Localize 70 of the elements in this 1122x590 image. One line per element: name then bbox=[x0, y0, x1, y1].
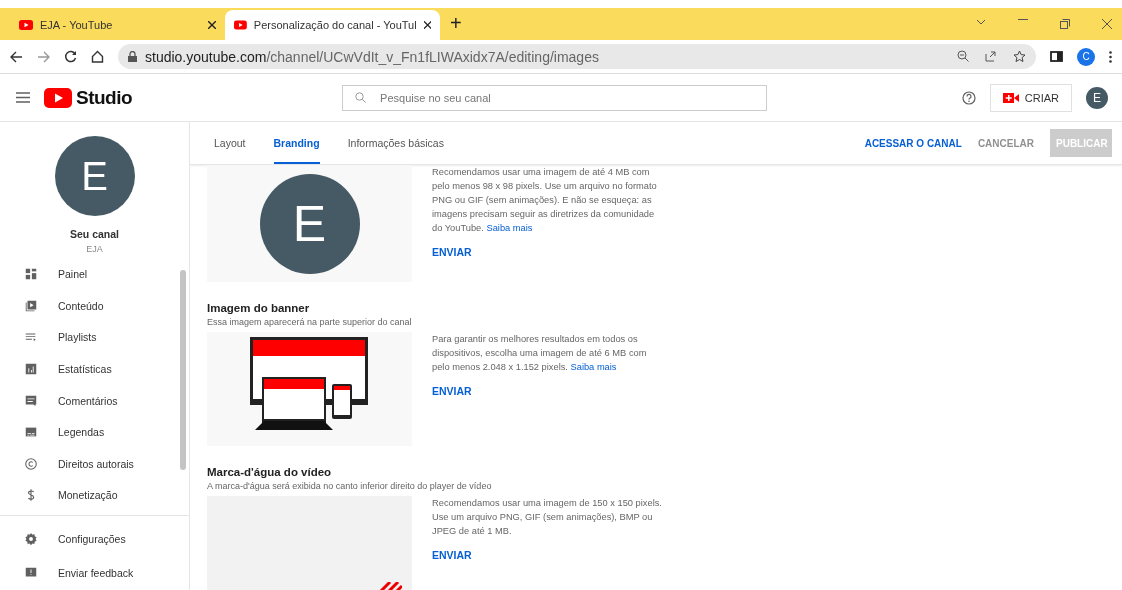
sidebar-item[interactable]: Enviar feedback bbox=[0, 556, 189, 590]
browser-tab[interactable]: Personalização do canal - YouTul bbox=[225, 10, 440, 40]
comments-icon bbox=[24, 393, 38, 408]
section-title: Imagem do banner bbox=[207, 302, 311, 314]
new-tab-button[interactable]: + bbox=[450, 12, 462, 35]
youtube-logo-icon bbox=[234, 20, 247, 30]
section-subtitle: Essa imagem aparecerá na parte superior do canal bbox=[207, 317, 413, 327]
search-field[interactable]: Pesquise no seu canal bbox=[342, 84, 768, 111]
upload-button[interactable]: ENVIAR bbox=[432, 384, 472, 398]
channel-avatar[interactable]: E bbox=[54, 136, 135, 216]
star-icon[interactable] bbox=[1013, 50, 1026, 63]
youtube-logo-icon bbox=[19, 20, 33, 30]
sidebar-item[interactable]: Monetização bbox=[0, 479, 189, 512]
sidebar-item[interactable]: Direitos autorais bbox=[0, 447, 189, 480]
help-icon[interactable] bbox=[961, 90, 976, 105]
content-icon bbox=[24, 298, 38, 313]
sidebar-item[interactable]: Painel bbox=[0, 258, 189, 291]
upload-button[interactable]: ENVIAR bbox=[432, 245, 472, 259]
more-icon[interactable] bbox=[1109, 50, 1112, 63]
lock-icon bbox=[128, 51, 137, 62]
channel-name: EJA bbox=[86, 244, 103, 254]
address-bar[interactable]: studio.youtube.com/channel/UCwVdIt_v_Fn1fLIWAxidx7A/editing/images bbox=[118, 44, 1036, 69]
browser-tab[interactable]: EJA - YouTube bbox=[10, 10, 225, 40]
description: Recomendamos usar uma imagem de 150 x 150 pixels. Use um arquivo PNG, GIF (sem animações), BMP ou JPEG de até 1 MB. bbox=[432, 497, 663, 538]
menu-icon[interactable] bbox=[16, 92, 30, 103]
scrollbar[interactable] bbox=[180, 270, 186, 470]
back-arrow-icon[interactable] bbox=[10, 50, 23, 63]
close-icon[interactable] bbox=[423, 21, 431, 29]
section-title: Marca-d'água do vídeo bbox=[207, 466, 333, 478]
profile-avatar[interactable]: C bbox=[1077, 47, 1095, 66]
restore-icon[interactable] bbox=[1060, 19, 1070, 29]
reload-icon[interactable] bbox=[64, 50, 77, 63]
close-icon[interactable] bbox=[208, 21, 216, 29]
avatar-preview: E bbox=[259, 173, 360, 274]
side-panel-icon[interactable] bbox=[1050, 51, 1063, 62]
tab[interactable]: Informações básicas bbox=[347, 122, 444, 164]
settings-icon bbox=[24, 532, 38, 547]
account-avatar[interactable]: E bbox=[1086, 86, 1108, 109]
chevron-down-icon[interactable] bbox=[976, 19, 986, 25]
search-icon bbox=[355, 92, 367, 103]
sidebar-item[interactable]: Conteúdo bbox=[0, 290, 189, 322]
dashboard-icon bbox=[24, 267, 38, 282]
description: Para garantir os melhores resultados em todos os dispositivos, escolha uma imagem de até 6 MB com pelo menos 2.048 x 1.152 pixels. Saiba mais bbox=[432, 333, 648, 374]
stats-icon bbox=[24, 362, 38, 376]
upload-button[interactable]: ENVIAR bbox=[432, 548, 472, 562]
logo-text: Studio bbox=[76, 86, 133, 109]
sidebar-item[interactable]: Comentários bbox=[0, 384, 189, 417]
minimize-icon[interactable] bbox=[1018, 19, 1028, 21]
learn-more-link[interactable]: Saiba mais bbox=[570, 362, 617, 372]
tab[interactable]: Layout bbox=[214, 122, 246, 164]
description: Recomendamos usar uma imagem de até 4 MB com pelo menos 98 x 98 pixels. Use um arquivo no formato PNG ou GIF (sem animações). E não se esqueça: as imagens precisam seguir as diretrizes da comunidade do YouTube. Saiba mais bbox=[432, 166, 658, 235]
section-subtitle: A marca-d'água será exibida no canto inferior direito do player de vídeo bbox=[207, 481, 493, 491]
sidebar-item[interactable]: Estatísticas bbox=[0, 353, 189, 385]
sidebar-item[interactable]: Playlists bbox=[0, 321, 189, 354]
learn-more-link[interactable]: Saiba mais bbox=[486, 223, 533, 233]
copyright-icon bbox=[24, 456, 38, 471]
forward-arrow-icon[interactable] bbox=[37, 50, 50, 63]
create-button[interactable]: CRIAR bbox=[989, 83, 1072, 112]
tab-title: Personalização do canal - YouTul bbox=[253, 19, 417, 31]
youtube-logo-icon bbox=[44, 87, 72, 108]
zoom-out-icon[interactable] bbox=[957, 50, 969, 62]
studio-logo[interactable]: Studio bbox=[44, 86, 133, 109]
video-camera-icon bbox=[1002, 92, 1019, 103]
sidebar-item[interactable]: Configurações bbox=[0, 522, 189, 557]
home-icon[interactable] bbox=[91, 50, 104, 63]
channel-label: Seu canal bbox=[70, 228, 119, 240]
share-icon[interactable] bbox=[985, 50, 997, 62]
tab-title: EJA - YouTube bbox=[40, 19, 114, 31]
sidebar-item[interactable]: Legendas bbox=[0, 416, 189, 448]
view-channel-link[interactable]: ACESSAR O CANAL bbox=[864, 137, 962, 149]
